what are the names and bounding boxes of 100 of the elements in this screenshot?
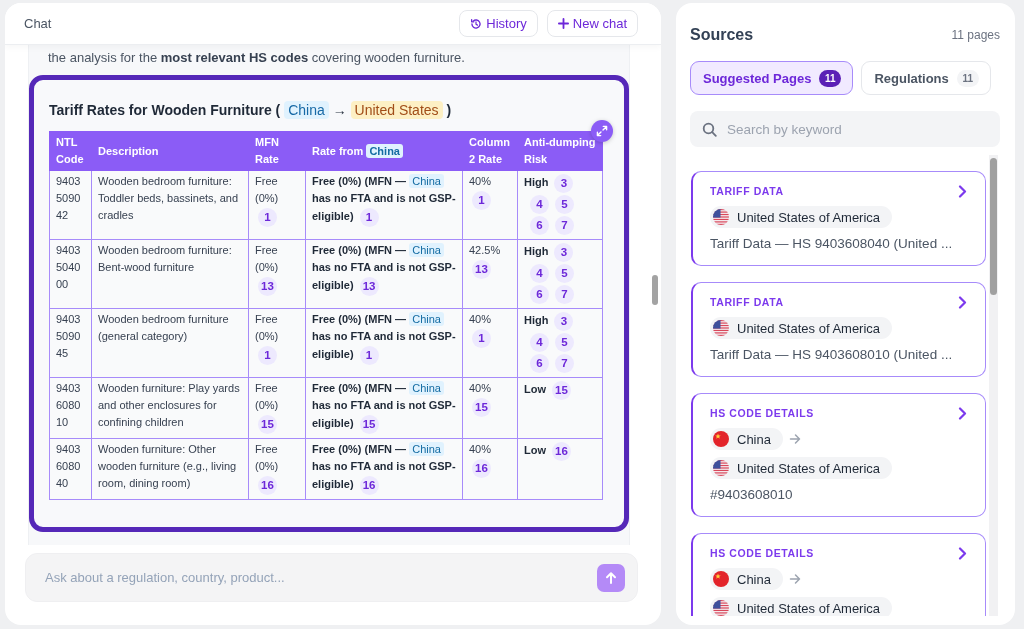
history-icon — [470, 17, 483, 30]
chevron-right-icon[interactable] — [957, 406, 967, 420]
tab[interactable]: Regulations 11 — [861, 61, 991, 95]
arrow-right-icon — [788, 573, 801, 585]
tab[interactable]: Suggested Pages 11 — [690, 61, 854, 95]
hs-code: 9403 5040 00 — [56, 244, 81, 290]
scrollbar-thumb[interactable] — [990, 158, 997, 295]
citation-badge[interactable]: 1 — [472, 329, 491, 348]
country-name: United States of America — [737, 209, 881, 225]
source-summary: Tariff Data — HS 9403608040 (United ... — [710, 235, 953, 253]
source-summary: Tariff Data — HS 9403608010 (United ... — [710, 346, 953, 364]
arrow-up-icon — [604, 570, 618, 585]
rate-text: 40% — [469, 313, 492, 325]
page-count: 11 pages — [951, 28, 1000, 42]
rate-text: Free (0%) (MFN — China has no FTA and is not GSP-eligible) 1 — [312, 311, 456, 366]
citation-badge[interactable]: 15 — [472, 398, 491, 417]
citation-badge[interactable]: 13 — [359, 277, 379, 296]
rate-text: Free (0%) — [255, 175, 279, 204]
citation-badge[interactable]: 1 — [258, 346, 277, 365]
rate-text: Free (0%) (MFN — China has no FTA and is not GSP-eligible) 16 — [312, 441, 456, 496]
description-text: Wooden furniture: Other wooden furniture (e.g., living room, dining room) — [98, 443, 237, 489]
citation-badge[interactable]: 5 — [555, 195, 574, 214]
column-header: NTL Code — [49, 131, 92, 171]
column-header: Column 2 Rate — [462, 131, 518, 171]
citation-badge[interactable]: 15 — [359, 415, 379, 434]
flag-icon — [713, 431, 729, 447]
citation-badge[interactable]: 1 — [472, 191, 491, 210]
citation-badge[interactable]: 7 — [555, 285, 574, 304]
message-input[interactable]: Ask about a regulation, country, product... — [45, 567, 597, 588]
source-card[interactable]: TARIFF DATA United States of America Tariff Data — HS 9403608010 (United ... — [691, 282, 986, 377]
citation-badge[interactable]: 16 — [359, 476, 379, 495]
panel-title: Chat — [24, 16, 52, 31]
citation-badge[interactable]: 15 — [552, 381, 571, 400]
flag-icon — [713, 460, 729, 476]
flag-icon — [713, 320, 729, 336]
citation-badge[interactable]: 5 — [555, 264, 574, 283]
search-field[interactable]: Search by keyword — [690, 111, 1000, 147]
rate-text: Free (0%) — [255, 313, 279, 342]
citation-badge[interactable]: 1 — [258, 208, 277, 227]
history-button[interactable]: History — [459, 10, 538, 37]
chevron-right-icon[interactable] — [957, 184, 967, 198]
citation-badge[interactable]: 16 — [258, 476, 277, 495]
citation-badge[interactable]: 7 — [555, 216, 574, 235]
citation-badge[interactable]: 7 — [555, 354, 574, 373]
citation-badge[interactable]: 13 — [472, 260, 491, 279]
new-chat-button[interactable]: New chat — [546, 10, 638, 37]
chevron-right-icon[interactable] — [957, 546, 967, 560]
citation-badge[interactable]: 3 — [554, 312, 574, 331]
risk-level: Low — [524, 444, 546, 457]
citation-badge[interactable]: 6 — [530, 354, 549, 373]
count-badge: 11 — [819, 69, 842, 87]
search-icon — [702, 121, 717, 137]
risk-level: Low — [524, 383, 546, 396]
citation-badge[interactable]: 3 — [554, 174, 574, 193]
count-badge: 11 — [956, 69, 979, 87]
citation-badge[interactable]: 4 — [530, 264, 549, 283]
description-text: Wooden bedroom furniture: Bent-wood furniture — [98, 244, 232, 273]
country-name: China — [737, 571, 771, 587]
citation-badge[interactable]: 16 — [472, 459, 491, 478]
hs-code: 9403 6080 40 — [56, 443, 81, 489]
category-label: HS CODE DETAILS — [710, 407, 814, 419]
scrollbar-thumb[interactable] — [652, 275, 658, 305]
source-card[interactable]: HS CODE DETAILS China United States of America #9403608010 — [691, 393, 986, 517]
hs-code: 9403 5090 45 — [56, 313, 81, 359]
country-name: United States of America — [737, 600, 881, 616]
citation-badge[interactable]: 4 — [530, 195, 549, 214]
description-text: Wooden furniture: Play yards and other enclosures for confining children — [98, 382, 240, 428]
citation-badge[interactable]: 4 — [530, 333, 549, 352]
source-summary: #9403608010 — [710, 486, 793, 504]
flag-icon — [713, 600, 729, 616]
rate-text: 42.5% — [469, 244, 501, 256]
citation-badge[interactable]: 6 — [530, 285, 549, 304]
source-card[interactable]: HS CODE DETAILS China United States of America — [691, 533, 986, 616]
message-field[interactable]: Ask about a regulation, country, product... — [25, 553, 638, 602]
rate-text: Free (0%) — [255, 244, 279, 273]
description-text: Wooden bedroom furniture: Toddler beds, bassinets, and cradles — [98, 175, 239, 221]
source-card[interactable]: TARIFF DATA United States of America Tariff Data — HS 9403608040 (United ... — [691, 171, 986, 266]
citation-badge[interactable]: 1 — [359, 208, 379, 227]
citation-badge[interactable]: 13 — [258, 277, 277, 296]
flag-icon — [713, 209, 729, 225]
rate-text: Free (0%) (MFN — China has no FTA and is not GSP-eligible) 15 — [312, 380, 456, 435]
category-label: TARIFF DATA — [710, 296, 784, 308]
country-name: United States of America — [737, 320, 881, 336]
column-header: Rate from China — [305, 131, 463, 171]
rate-text: 40% — [469, 175, 492, 187]
citation-badge[interactable]: 3 — [554, 243, 574, 262]
panel-title: Sources — [690, 25, 754, 45]
plus-icon — [557, 18, 569, 29]
country-name: China — [737, 431, 771, 447]
citation-badge[interactable]: 6 — [530, 216, 549, 235]
citation-badge[interactable]: 15 — [258, 415, 277, 434]
hs-code: 9403 5090 42 — [56, 175, 81, 221]
rate-text: 40% — [469, 443, 492, 455]
search-input[interactable]: Search by keyword — [727, 119, 986, 139]
rate-text: Free (0%) — [255, 382, 279, 411]
citation-badge[interactable]: 1 — [359, 346, 379, 365]
citation-badge[interactable]: 5 — [555, 333, 574, 352]
rate-text: 40% — [469, 382, 492, 394]
chevron-right-icon[interactable] — [957, 295, 967, 309]
citation-badge[interactable]: 16 — [552, 442, 571, 461]
